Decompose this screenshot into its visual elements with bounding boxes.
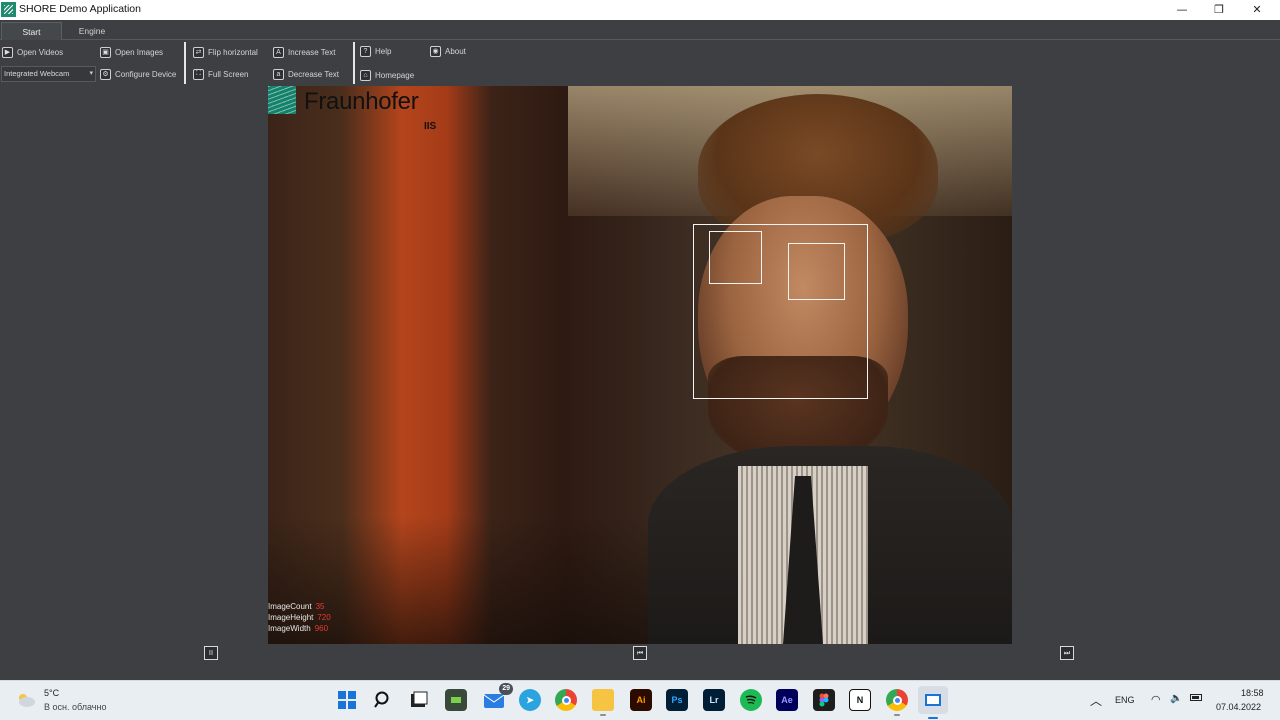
full-screen-label: Full Screen — [208, 69, 249, 79]
mail-icon[interactable]: 29 — [483, 683, 513, 711]
decrease-text-icon: a — [273, 68, 284, 80]
increase-text-button[interactable]: A Increase Text — [273, 43, 335, 61]
taskbar: 5°C В осн. облачно 29 ➤ Ai Ps Lr Ae N ︿ … — [0, 680, 1280, 720]
open-videos-button[interactable]: ▶ Open Videos — [2, 43, 63, 61]
shore-icon[interactable] — [918, 686, 948, 719]
explorer-icon[interactable] — [592, 689, 614, 716]
clock-time[interactable]: 18:58 — [1241, 688, 1264, 698]
stat-value: 35 — [315, 602, 325, 611]
stat-value: 720 — [317, 613, 331, 622]
image-stats: ImageCount 35 ImageHeight 720 ImageWidth 96… — [268, 601, 331, 634]
start-icon[interactable] — [336, 689, 358, 711]
volume-icon[interactable]: 🔈 — [1170, 693, 1182, 704]
battery-icon[interactable] — [1190, 693, 1202, 703]
increase-text-label: Increase Text — [288, 47, 336, 57]
title-bar: SHORE Demo Application — ❐ ✕ — [0, 0, 1280, 20]
decrease-text-label: Decrease Text — [288, 69, 339, 79]
device-select[interactable]: Integrated Webcam ▾ — [1, 66, 96, 82]
task-view-icon[interactable] — [408, 689, 430, 711]
homepage-label: Homepage — [375, 70, 415, 80]
fullscreen-icon: ⛶ — [193, 68, 204, 80]
notion-icon[interactable]: N — [849, 689, 871, 711]
open-images-label: Open Images — [115, 47, 164, 57]
flip-icon: ⇄ — [193, 46, 204, 58]
chevron-down-icon: ▾ — [89, 70, 93, 77]
maximize-button[interactable]: ❐ — [1201, 0, 1237, 20]
decrease-text-button[interactable]: a Decrease Text — [273, 65, 339, 83]
flip-horizontal-label: Flip horizontal — [208, 47, 258, 57]
illustrator-icon[interactable]: Ai — [630, 689, 652, 711]
app-icon[interactable] — [445, 689, 467, 711]
clock-date[interactable]: 07.04.2022 — [1216, 702, 1261, 712]
ribbon-separator — [353, 42, 355, 84]
spotify-icon[interactable] — [740, 689, 762, 711]
photoshop-icon[interactable]: Ps — [666, 689, 688, 711]
configure-device-label: Configure Device — [115, 69, 177, 79]
stat-image-width: ImageWidth 960 — [268, 624, 329, 633]
chrome-icon[interactable] — [886, 689, 908, 716]
fraunhofer-sub: IIS — [424, 121, 437, 132]
left-eye-detection-box — [709, 231, 762, 284]
tab-engine[interactable]: Engine — [66, 22, 118, 40]
fraunhofer-logo: Fraunhofer IIS — [268, 86, 448, 140]
search-icon[interactable] — [372, 689, 394, 711]
stat-image-count: ImageCount 35 — [268, 602, 325, 611]
video-viewer[interactable]: Fraunhofer IIS ImageCount 35 ImageHeight 7… — [268, 86, 1012, 644]
figma-icon[interactable] — [813, 689, 835, 711]
device-select-value: Integrated Webcam — [4, 69, 70, 78]
stat-value: 960 — [314, 624, 329, 633]
home-icon: ⌂ — [360, 69, 371, 81]
ribbon-toolbar: ▶ Open Videos ▣ Open Images ⇄ Flip horiz… — [0, 40, 1280, 86]
right-eye-detection-box — [788, 243, 845, 300]
help-label: Help — [375, 46, 392, 56]
fraunhofer-logo-icon — [268, 86, 296, 114]
full-screen-button[interactable]: ⛶ Full Screen — [193, 65, 248, 83]
image-file-icon: ▣ — [100, 46, 111, 58]
forward-button[interactable]: ⏭ — [1060, 646, 1074, 660]
homepage-button[interactable]: ⌂ Homepage — [360, 66, 414, 84]
increase-text-icon: A — [273, 46, 284, 58]
cloudy-weather-icon[interactable] — [16, 692, 36, 708]
pause-button[interactable]: II — [204, 646, 218, 660]
app-logo-icon — [1, 2, 16, 17]
about-label: About — [445, 46, 466, 56]
fraunhofer-wordmark: Fraunhofer — [304, 88, 419, 115]
lightroom-icon[interactable]: Lr — [703, 689, 725, 711]
help-icon: ? — [360, 45, 371, 57]
weather-description[interactable]: В осн. облачно — [44, 702, 106, 712]
open-videos-label: Open Videos — [17, 47, 64, 57]
running-indicator — [894, 714, 900, 716]
weather-temperature[interactable]: 5°C — [44, 688, 59, 698]
stat-image-height: ImageHeight 720 — [268, 613, 331, 622]
chevron-up-icon[interactable]: ︿ — [1090, 692, 1102, 709]
language-indicator[interactable]: ENG — [1115, 695, 1135, 705]
about-button[interactable]: ◉ About — [430, 42, 466, 60]
configure-device-button[interactable]: ⚙ Configure Device — [100, 65, 176, 83]
flip-horizontal-button[interactable]: ⇄ Flip horizontal — [193, 43, 258, 61]
chrome-icon[interactable] — [555, 689, 577, 711]
ribbon-separator — [184, 42, 186, 84]
after-effects-icon[interactable]: Ae — [776, 689, 798, 711]
close-button[interactable]: ✕ — [1239, 0, 1275, 20]
mail-badge: 29 — [499, 683, 513, 695]
active-indicator — [928, 717, 938, 719]
wifi-icon[interactable]: ◠ — [1151, 693, 1161, 706]
window-title: SHORE Demo Application — [19, 3, 141, 15]
open-images-button[interactable]: ▣ Open Images — [100, 43, 163, 61]
tab-bar: Start Engine — [0, 20, 1280, 40]
about-icon: ◉ — [430, 45, 441, 57]
minimize-button[interactable]: — — [1164, 0, 1200, 20]
running-indicator — [600, 714, 606, 716]
telegram-icon[interactable]: ➤ — [519, 689, 541, 711]
video-file-icon: ▶ — [2, 46, 13, 58]
tab-start[interactable]: Start — [1, 22, 62, 40]
help-button[interactable]: ? Help — [360, 42, 391, 60]
rewind-button[interactable]: ⏮ — [633, 646, 647, 660]
gear-icon: ⚙ — [100, 68, 111, 80]
